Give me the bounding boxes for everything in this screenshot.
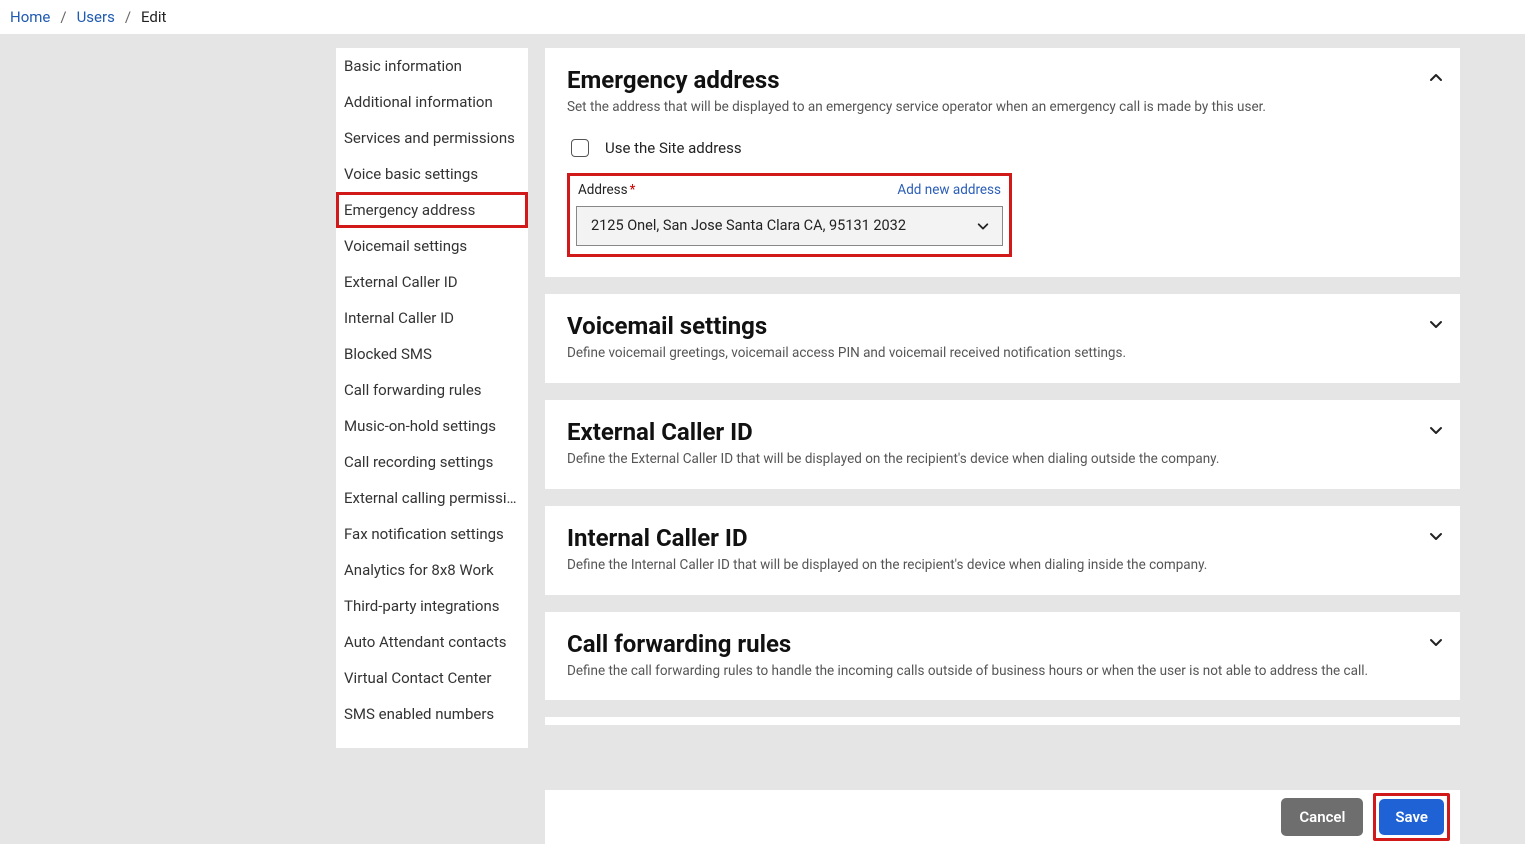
nav-virtual-contact-center[interactable]: Virtual Contact Center xyxy=(336,660,528,696)
section-title: Emergency address xyxy=(567,66,1438,94)
breadcrumb: Home / Users / Edit xyxy=(0,0,1525,34)
chevron-down-icon xyxy=(1428,316,1444,332)
nav-external-caller-id[interactable]: External Caller ID xyxy=(336,264,528,300)
section-desc: Define voicemail greetings, voicemail ac… xyxy=(567,344,1438,363)
chevron-up-icon xyxy=(1428,70,1444,86)
use-site-address-checkbox[interactable] xyxy=(571,139,589,157)
nav-basic-information[interactable]: Basic information xyxy=(336,48,528,84)
nav-call-forwarding-rules[interactable]: Call forwarding rules xyxy=(336,372,528,408)
breadcrumb-users[interactable]: Users xyxy=(77,8,115,26)
nav-internal-caller-id[interactable]: Internal Caller ID xyxy=(336,300,528,336)
section-title: External Caller ID xyxy=(567,418,1438,446)
save-button[interactable]: Save xyxy=(1379,799,1444,835)
section-desc: Define the Internal Caller ID that will … xyxy=(567,556,1438,575)
nav-music-on-hold[interactable]: Music-on-hold settings xyxy=(336,408,528,444)
section-desc: Define the External Caller ID that will … xyxy=(567,450,1438,469)
nav-third-party-integrations[interactable]: Third-party integrations xyxy=(336,588,528,624)
nav-sms-enabled-numbers[interactable]: SMS enabled numbers xyxy=(336,696,528,732)
nav-auto-attendant-contacts[interactable]: Auto Attendant contacts xyxy=(336,624,528,660)
address-label: Address* xyxy=(578,182,635,198)
expand-button[interactable] xyxy=(1426,420,1446,440)
address-block: Address* Add new address 2125 Onel, San … xyxy=(567,173,1012,257)
nav-voice-basic-settings[interactable]: Voice basic settings xyxy=(336,156,528,192)
breadcrumb-sep: / xyxy=(60,8,66,26)
chevron-down-icon xyxy=(976,219,990,233)
section-next-peek xyxy=(545,717,1460,725)
address-select[interactable]: 2125 Onel, San Jose Santa Clara CA, 9513… xyxy=(576,206,1003,246)
nav-emergency-address[interactable]: Emergency address xyxy=(336,192,528,228)
nav-additional-information[interactable]: Additional information xyxy=(336,84,528,120)
nav-blocked-sms[interactable]: Blocked SMS xyxy=(336,336,528,372)
section-title: Call forwarding rules xyxy=(567,630,1438,658)
nav-call-recording[interactable]: Call recording settings xyxy=(336,444,528,480)
expand-button[interactable] xyxy=(1426,526,1446,546)
workspace: Basic information Additional information… xyxy=(0,34,1525,844)
section-title: Internal Caller ID xyxy=(567,524,1438,552)
chevron-down-icon xyxy=(1428,634,1444,650)
section-call-forwarding[interactable]: Call forwarding rules Define the call fo… xyxy=(545,612,1460,701)
expand-button[interactable] xyxy=(1426,632,1446,652)
breadcrumb-home[interactable]: Home xyxy=(10,8,50,26)
section-title: Voicemail settings xyxy=(567,312,1438,340)
nav-analytics-8x8[interactable]: Analytics for 8x8 Work xyxy=(336,552,528,588)
section-desc: Define the call forwarding rules to hand… xyxy=(567,662,1438,681)
footer-bar: Cancel Save xyxy=(545,790,1460,844)
chevron-down-icon xyxy=(1428,422,1444,438)
section-internal-caller-id[interactable]: Internal Caller ID Define the Internal C… xyxy=(545,506,1460,595)
breadcrumb-current: Edit xyxy=(141,8,166,26)
nav-external-calling-perms[interactable]: External calling permissions xyxy=(336,480,528,516)
nav-services-permissions[interactable]: Services and permissions xyxy=(336,120,528,156)
use-site-address-row: Use the Site address xyxy=(567,139,1438,157)
cancel-button[interactable]: Cancel xyxy=(1281,798,1363,836)
nav-voicemail-settings[interactable]: Voicemail settings xyxy=(336,228,528,264)
section-voicemail-settings[interactable]: Voicemail settings Define voicemail gree… xyxy=(545,294,1460,383)
address-select-value: 2125 Onel, San Jose Santa Clara CA, 9513… xyxy=(591,217,906,234)
nav-fax-notification[interactable]: Fax notification settings xyxy=(336,516,528,552)
breadcrumb-sep: / xyxy=(125,8,131,26)
content-pane: Emergency address Set the address that w… xyxy=(545,48,1460,792)
collapse-button[interactable] xyxy=(1426,68,1446,88)
expand-button[interactable] xyxy=(1426,314,1446,334)
chevron-down-icon xyxy=(1428,528,1444,544)
section-emergency-address: Emergency address Set the address that w… xyxy=(545,48,1460,277)
use-site-address-label: Use the Site address xyxy=(605,139,742,157)
add-new-address-link[interactable]: Add new address xyxy=(897,182,1001,198)
section-external-caller-id[interactable]: External Caller ID Define the External C… xyxy=(545,400,1460,489)
save-button-highlight: Save xyxy=(1373,793,1450,841)
section-desc: Set the address that will be displayed t… xyxy=(567,98,1438,117)
section-nav[interactable]: Basic information Additional information… xyxy=(336,48,528,748)
required-indicator: * xyxy=(630,182,636,198)
